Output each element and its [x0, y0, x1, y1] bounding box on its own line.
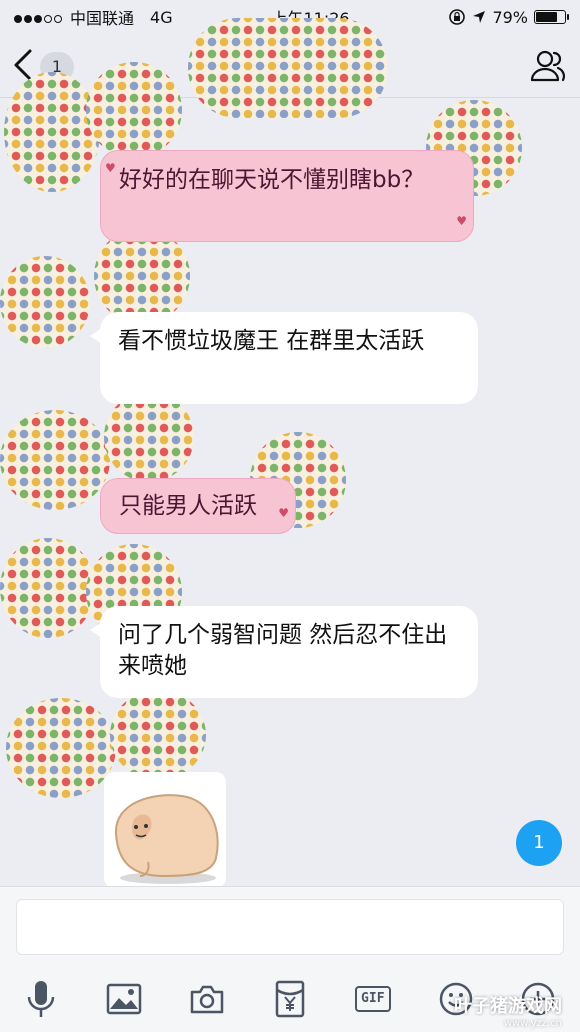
image-icon[interactable]	[103, 978, 145, 1020]
orientation-lock-icon	[449, 9, 466, 25]
group-profile-icon[interactable]	[528, 46, 566, 84]
signal-strength-icon	[14, 8, 64, 27]
location-arrow-icon	[473, 11, 486, 23]
heart-icon: ♥	[105, 161, 116, 175]
watermark-sub: www.yzz.cn	[503, 1018, 562, 1029]
message-text: 只能男人活跃	[119, 493, 257, 519]
avatar[interactable]	[94, 228, 190, 324]
message-text: 看不惯垃圾魔王 在群里太活跃	[118, 328, 425, 354]
watermark: 叶子猪游戏网 www.yzz.cn	[454, 992, 562, 1029]
message-bubble[interactable]: 好好的在聊天说不懂别瞎bb？ ♥ ♥	[100, 150, 474, 242]
new-message-badge[interactable]: 1	[516, 820, 562, 866]
carrier-name: 中国联通	[70, 9, 135, 28]
avatar[interactable]	[104, 392, 194, 482]
gif-label: GIF	[354, 986, 391, 1012]
avatar[interactable]	[0, 256, 90, 348]
battery-fill	[536, 12, 557, 22]
watermark-main: 叶子猪游戏网	[454, 996, 562, 1017]
battery-percent: 79%	[492, 7, 528, 27]
message-bubble[interactable]: 看不惯垃圾魔王 在群里太活跃	[90, 312, 478, 404]
avatar[interactable]	[110, 690, 206, 780]
avatar[interactable]	[188, 18, 388, 118]
gif-icon[interactable]: GIF	[352, 978, 394, 1020]
red-packet-icon[interactable]	[269, 978, 311, 1020]
message-bubble[interactable]: 只能男人活跃 ♥	[100, 478, 296, 534]
avatar[interactable]	[86, 62, 182, 158]
battery-icon	[534, 10, 569, 24]
message-text: 问了几个弱智问题 然后忍不住出来喷她	[118, 622, 448, 679]
blob-face-sticker-image	[114, 794, 219, 884]
camera-icon[interactable]	[186, 978, 228, 1020]
avatar[interactable]	[4, 72, 100, 192]
message-text: 好好的在聊天说不懂别瞎bb？	[119, 167, 425, 193]
heart-icon: ♥	[456, 214, 467, 228]
network-type: 4G	[150, 7, 173, 27]
avatar[interactable]	[0, 410, 110, 510]
avatar[interactable]	[0, 538, 96, 638]
heart-icon: ♥	[278, 506, 289, 520]
message-bubble[interactable]: 问了几个弱智问题 然后忍不住出来喷她	[90, 606, 478, 698]
avatar[interactable]	[6, 698, 116, 798]
message-input[interactable]	[16, 899, 564, 955]
microphone-icon[interactable]	[20, 978, 62, 1020]
blob-face-sticker[interactable]	[104, 772, 226, 888]
